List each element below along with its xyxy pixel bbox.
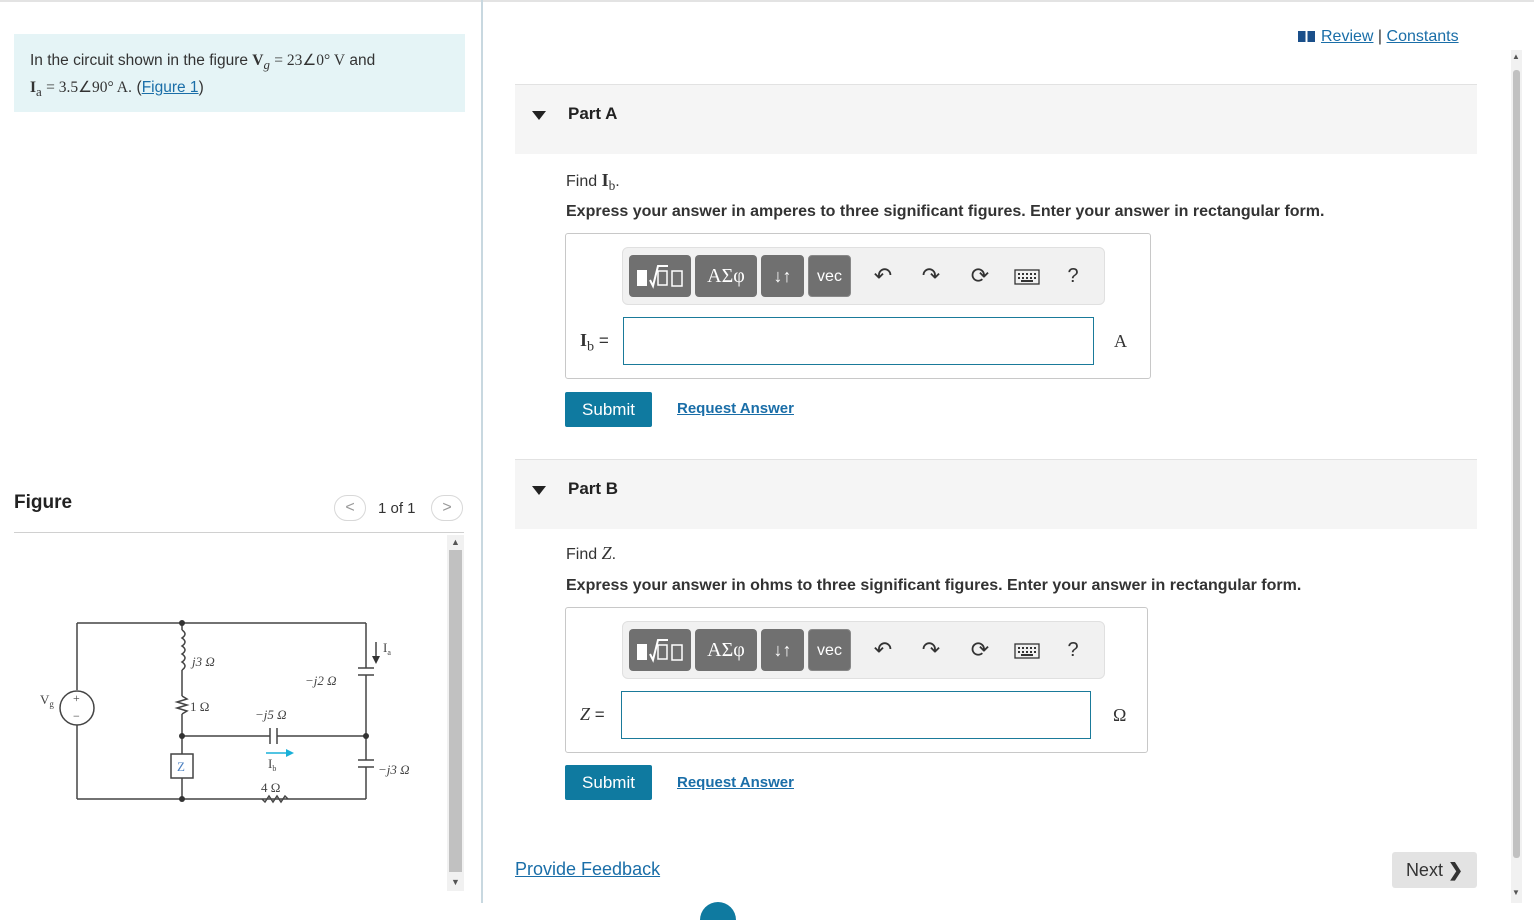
circuit-figure: Vg + − j3 Ω 1 Ω −j5 Ω −j2 Ω −j3 Ω 4 Ω Z … xyxy=(40,620,410,804)
part-a-request-answer-link[interactable]: Request Answer xyxy=(677,400,794,417)
templates-icon xyxy=(637,264,683,289)
reset-icon[interactable]: ⟳ xyxy=(965,635,995,665)
figure-pager: 1 of 1 xyxy=(378,500,416,517)
ia-label: Ia xyxy=(383,640,391,657)
undo-icon[interactable]: ↶ xyxy=(868,635,898,665)
constants-link[interactable]: Constants xyxy=(1387,28,1459,45)
part-a-answer-input[interactable] xyxy=(623,317,1094,365)
part-b-header[interactable]: Part B xyxy=(515,459,1477,529)
next-label: Next xyxy=(1405,860,1443,880)
vg-label: Vg xyxy=(40,692,54,709)
z-label: Z xyxy=(177,759,185,774)
part-b-title: Part B xyxy=(568,479,619,498)
minus-j2-label: −j2 Ω xyxy=(305,673,337,688)
var-symbol: I xyxy=(580,330,588,350)
reset-icon[interactable]: ⟳ xyxy=(965,261,995,291)
ia-subscript: a xyxy=(36,84,42,100)
vector-button[interactable]: vec xyxy=(808,629,851,671)
problem-conjunction: and xyxy=(349,52,376,69)
ia-value: = 3.5∠90° A xyxy=(46,79,128,97)
subscript-button[interactable]: ↓↑ xyxy=(761,255,804,297)
var-subscript: b xyxy=(587,338,595,355)
redo-icon[interactable]: ↷ xyxy=(916,261,946,291)
part-b-instruction: Express your answer in ohms to three sig… xyxy=(566,577,1302,594)
r1-label: 1 Ω xyxy=(190,699,209,714)
next-button[interactable]: Next ❯ xyxy=(1392,852,1477,888)
main-scroll-down-icon[interactable]: ▼ xyxy=(1512,888,1520,897)
problem-prefix: In the circuit shown in the figure xyxy=(30,52,248,69)
help-icon[interactable]: ? xyxy=(1058,261,1088,291)
part-a-header[interactable]: Part A xyxy=(515,84,1477,154)
part-b-answer-box: ΑΣφ ↓↑ vec ↶ ↷ ⟳ ? Z = Ω xyxy=(565,607,1148,753)
var-symbol: Z xyxy=(580,704,591,724)
ib-label: Ib xyxy=(268,756,276,773)
part-a-find: Find Ib. xyxy=(566,170,620,194)
minus-sign: − xyxy=(73,709,80,723)
math-toolbar: ΑΣφ ↓↑ vec ↶ ↷ ⟳ ? xyxy=(622,621,1105,679)
scroll-up-icon[interactable]: ▲ xyxy=(451,537,460,547)
book-icon xyxy=(1298,31,1315,42)
part-b-submit-button[interactable]: Submit xyxy=(565,765,652,800)
scroll-down-icon[interactable]: ▼ xyxy=(451,877,460,887)
vg-value: = 23∠0° V xyxy=(274,52,346,69)
review-constants-links: Review | Constants xyxy=(1298,28,1459,46)
find-prefix: Find xyxy=(566,173,598,190)
collapse-caret-icon[interactable] xyxy=(532,111,546,120)
keyboard-icon[interactable] xyxy=(1012,635,1042,665)
provide-feedback-link[interactable]: Provide Feedback xyxy=(515,859,660,880)
next-figure-button[interactable]: > xyxy=(431,495,463,521)
find-symbol: Z xyxy=(601,543,612,563)
templates-button[interactable] xyxy=(629,629,691,671)
collapse-caret-icon[interactable] xyxy=(532,486,546,495)
vector-button[interactable]: vec xyxy=(808,255,851,297)
review-link[interactable]: Review xyxy=(1321,28,1373,45)
pane-divider[interactable] xyxy=(481,0,483,903)
main-scrollbar-thumb[interactable] xyxy=(1513,70,1520,858)
greek-button[interactable]: ΑΣφ xyxy=(695,255,757,297)
find-prefix: Find xyxy=(566,546,598,563)
j3-label: j3 Ω xyxy=(190,654,215,669)
main-scroll-up-icon[interactable]: ▲ xyxy=(1512,52,1520,61)
part-a-instruction: Express your answer in amperes to three … xyxy=(566,203,1325,220)
undo-icon[interactable]: ↶ xyxy=(868,261,898,291)
part-b-variable-label: Z = xyxy=(580,704,605,724)
part-a-title: Part A xyxy=(568,104,618,123)
part-b-unit: Ω xyxy=(1113,705,1127,725)
chevron-right-icon: ❯ xyxy=(1447,860,1464,880)
help-widget-icon[interactable] xyxy=(700,902,736,920)
minus-j3-label: −j3 Ω xyxy=(378,762,410,777)
figure-heading: Figure xyxy=(14,492,73,513)
help-icon[interactable]: ? xyxy=(1058,635,1088,665)
templates-icon xyxy=(637,638,683,663)
left-pane: In the circuit shown in the figure Vg = … xyxy=(0,0,482,913)
part-a-submit-button[interactable]: Submit xyxy=(565,392,652,427)
keyboard-icon[interactable] xyxy=(1012,261,1042,291)
math-toolbar: ΑΣφ ↓↑ vec ↶ ↷ ⟳ ? xyxy=(622,247,1105,305)
part-a-unit: A xyxy=(1114,331,1127,351)
minus-j5-label: −j5 Ω xyxy=(255,707,287,722)
part-b-answer-input[interactable] xyxy=(621,691,1091,739)
problem-statement: In the circuit shown in the figure Vg = … xyxy=(14,34,465,112)
plus-sign: + xyxy=(73,691,80,705)
templates-button[interactable] xyxy=(629,255,691,297)
part-a-variable-label: Ib = xyxy=(580,330,609,355)
part-b-find: Find Z. xyxy=(566,543,617,563)
previous-figure-button[interactable]: < xyxy=(334,495,366,521)
greek-button[interactable]: ΑΣφ xyxy=(695,629,757,671)
subscript-button[interactable]: ↓↑ xyxy=(761,629,804,671)
vg-symbol: V xyxy=(252,52,264,69)
link-separator: | xyxy=(1377,28,1383,45)
vg-subscript: g xyxy=(263,57,270,73)
figure-scrollbar-thumb[interactable] xyxy=(449,550,462,872)
find-subscript: b xyxy=(608,178,616,194)
r4-label: 4 Ω xyxy=(261,780,280,795)
part-b-request-answer-link[interactable]: Request Answer xyxy=(677,774,794,791)
figure-link[interactable]: Figure 1 xyxy=(142,79,199,96)
redo-icon[interactable]: ↷ xyxy=(916,635,946,665)
find-symbol: I xyxy=(601,170,609,190)
part-a-answer-box: ΑΣφ ↓↑ vec ↶ ↷ ⟳ ? Ib = A xyxy=(565,233,1151,379)
figure-divider xyxy=(14,532,464,533)
